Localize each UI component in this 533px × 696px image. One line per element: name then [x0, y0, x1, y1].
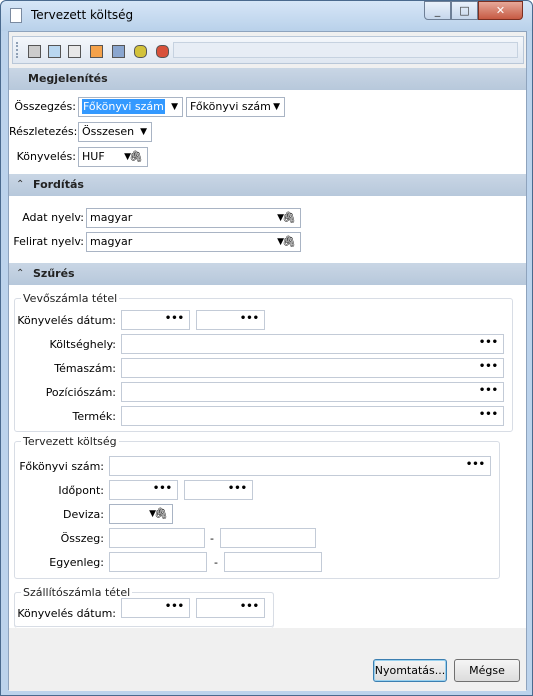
group-title: Tervezett költség — [21, 435, 119, 448]
section-title: Szűrés — [33, 267, 75, 280]
egyenleg-to-field[interactable] — [224, 552, 322, 572]
chevron-down-icon: ▼ — [171, 102, 178, 112]
minimize-button[interactable]: _ — [424, 1, 451, 20]
felirat-nyelv-label: Felirat nyelv: — [13, 235, 84, 248]
koltseghely-label: Költséghely: — [49, 338, 116, 351]
pozicioszam-field[interactable]: ••• — [121, 382, 504, 402]
adat-nyelv-select[interactable]: magyar ▼ 🖇 — [86, 208, 301, 228]
fokonyvi-field[interactable]: ••• — [109, 456, 491, 476]
reszletezes-label: Részletezés: — [9, 125, 78, 138]
reszletezes-select[interactable]: Összesen ▼ — [78, 122, 152, 142]
ellipsis-icon[interactable]: ••• — [165, 314, 184, 324]
osszeg-to-field[interactable] — [220, 528, 316, 548]
paperclip-icon[interactable]: 🖇 — [282, 233, 296, 251]
idopont-from-field[interactable]: ••• — [109, 480, 178, 500]
print-preview-icon[interactable] — [45, 42, 62, 59]
vevo-date-from-field[interactable]: ••• — [121, 310, 190, 330]
section-megjelenites: Megjelenítés — [9, 68, 526, 90]
ellipsis-icon[interactable]: ••• — [228, 484, 247, 494]
konyveles-select[interactable]: HUF ▼ 🖇 — [78, 147, 148, 167]
maximize-button[interactable]: □ — [451, 1, 478, 20]
osszegzes-select-1[interactable]: Főkönyvi szám ▼ — [78, 97, 183, 117]
paperclip-icon[interactable]: 🖇 — [129, 148, 143, 166]
paperclip-icon[interactable]: 🖇 — [154, 505, 168, 523]
temaszam-label: Témaszám: — [54, 362, 116, 375]
export-icon[interactable] — [153, 42, 170, 59]
konyveles-label: Könyvelés: — [16, 150, 76, 163]
section-title: Megjelenítés — [28, 72, 108, 85]
ellipsis-icon[interactable]: ••• — [240, 314, 259, 324]
ellipsis-icon[interactable]: ••• — [479, 386, 498, 396]
client-area: Megjelenítés Összegzés: Főkönyvi szám ▼ … — [8, 31, 527, 691]
range-separator: - — [214, 556, 218, 569]
termek-field[interactable]: ••• — [121, 406, 504, 426]
print-button[interactable]: Nyomtatás... — [373, 659, 447, 682]
osszegzes-select-2[interactable]: Főkönyvi szám ▼ — [186, 97, 285, 117]
idopont-label: Időpont: — [58, 484, 104, 497]
temaszam-field[interactable]: ••• — [121, 358, 504, 378]
felirat-nyelv-select[interactable]: magyar ▼ 🖇 — [86, 232, 301, 252]
group-title: Vevőszámla tétel — [21, 292, 120, 305]
group-szallitoszamla-bottom — [14, 592, 274, 627]
toolbar-track — [173, 42, 518, 58]
paperclip-icon[interactable]: 🖇 — [282, 209, 296, 227]
section-forditas: ⌃ Fordítás — [9, 174, 526, 196]
section-szures: ⌃ Szűrés — [9, 263, 526, 285]
range-separator: - — [210, 532, 214, 545]
copy-icon[interactable] — [65, 42, 82, 59]
deviza-label: Deviza: — [62, 508, 104, 521]
form-content: Megjelenítés Összegzés: Főkönyvi szám ▼ … — [9, 68, 526, 628]
window-title: Tervezett költség — [31, 8, 134, 22]
toolbar — [12, 36, 524, 64]
collapse-icon[interactable]: ⌃ — [16, 179, 24, 190]
idopont-to-field[interactable]: ••• — [184, 480, 253, 500]
ellipsis-icon[interactable]: ••• — [479, 362, 498, 372]
osszeg-from-field[interactable] — [109, 528, 205, 548]
dialog-footer: ••• ••• Nyomtatás... Mégse — [9, 592, 526, 691]
ellipsis-icon[interactable]: ••• — [466, 460, 485, 470]
pozicioszam-label: Pozíciószám: — [45, 386, 116, 399]
print-icon[interactable] — [25, 42, 42, 59]
osszeg-label: Összeg: — [60, 532, 104, 545]
ellipsis-icon[interactable]: ••• — [479, 338, 498, 348]
title-bar[interactable]: Tervezett költség _ □ ✕ — [1, 1, 532, 31]
cancel-button[interactable]: Mégse — [454, 659, 520, 682]
document-icon — [10, 8, 22, 23]
database-icon[interactable] — [131, 42, 148, 59]
toolbar-grip[interactable] — [16, 42, 19, 58]
edit-icon[interactable] — [87, 42, 104, 59]
collapse-icon[interactable]: ⌃ — [16, 268, 24, 279]
close-button[interactable]: ✕ — [478, 1, 523, 20]
fokonyvi-label: Főkönyvi szám: — [19, 460, 104, 473]
window: Tervezett költség _ □ ✕ Megjelenítés Öss… — [0, 0, 533, 696]
calculator-icon[interactable] — [109, 42, 126, 59]
egyenleg-label: Egyenleg: — [49, 556, 104, 569]
chevron-down-icon: ▼ — [140, 127, 147, 137]
osszegzes-label: Összegzés: — [14, 100, 76, 113]
adat-nyelv-label: Adat nyelv: — [22, 211, 84, 224]
ellipsis-icon[interactable]: ••• — [153, 484, 172, 494]
deviza-select[interactable]: ▼ 🖇 — [109, 504, 173, 524]
chevron-down-icon: ▼ — [273, 102, 280, 112]
vevo-date-to-field[interactable]: ••• — [196, 310, 265, 330]
ellipsis-icon[interactable]: ••• — [479, 410, 498, 420]
termek-label: Termék: — [72, 410, 116, 423]
egyenleg-from-field[interactable] — [109, 552, 207, 572]
koltseghely-field[interactable]: ••• — [121, 334, 504, 354]
vevo-konyveles-datum-label: Könyvelés dátum: — [17, 314, 116, 327]
section-title: Fordítás — [33, 178, 84, 191]
